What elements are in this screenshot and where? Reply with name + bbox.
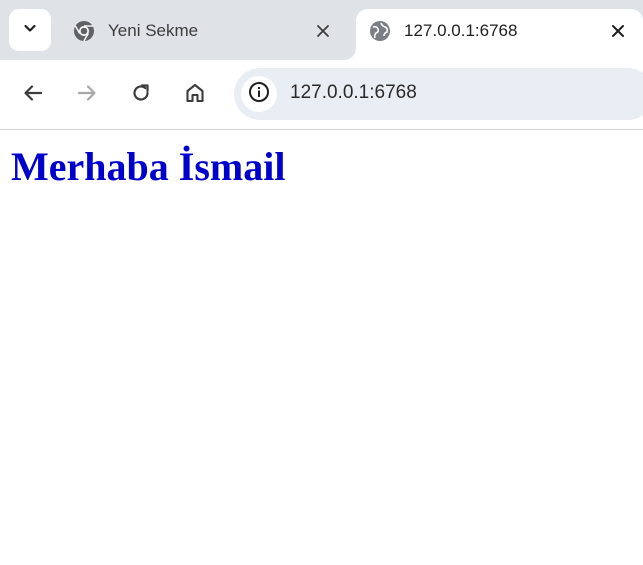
forward-button[interactable] xyxy=(70,78,104,112)
site-info-button[interactable] xyxy=(241,76,277,112)
tab-search-button[interactable] xyxy=(9,9,51,51)
tab-strip: Yeni Sekme 127.0.0.1:6768 xyxy=(0,0,643,60)
tab-new-tab[interactable]: Yeni Sekme xyxy=(58,9,348,53)
tab-title: 127.0.0.1:6768 xyxy=(404,20,518,40)
url-text[interactable]: 127.0.0.1:6768 xyxy=(290,82,417,104)
address-bar[interactable]: 127.0.0.1:6768 xyxy=(234,68,643,120)
tab-localhost[interactable]: 127.0.0.1:6768 xyxy=(356,9,643,60)
home-button[interactable] xyxy=(178,78,212,112)
chrome-icon xyxy=(72,19,96,43)
forward-arrow-icon xyxy=(76,82,98,109)
back-button[interactable] xyxy=(16,78,50,112)
reload-button[interactable] xyxy=(124,78,158,112)
globe-icon xyxy=(368,19,392,43)
close-icon[interactable] xyxy=(607,20,629,42)
page-heading: Merhaba İsmail xyxy=(11,144,286,189)
back-arrow-icon xyxy=(22,82,44,109)
close-icon[interactable] xyxy=(312,20,334,42)
home-icon xyxy=(184,82,206,109)
reload-icon xyxy=(130,82,152,109)
browser-toolbar: 127.0.0.1:6768 xyxy=(0,60,643,130)
info-icon xyxy=(248,81,270,108)
page-content: Merhaba İsmail xyxy=(0,131,643,565)
tab-title: Yeni Sekme xyxy=(108,21,199,40)
chevron-down-icon xyxy=(22,20,38,41)
